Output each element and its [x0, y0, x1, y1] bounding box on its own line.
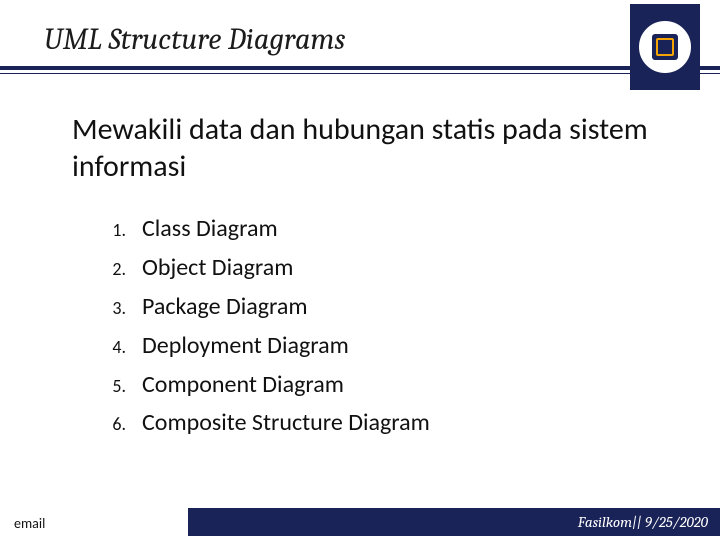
logo-block: [630, 4, 700, 90]
lead-paragraph: Mewakili data dan hubungan statis pada s…: [72, 112, 690, 185]
list-number: 1.: [90, 216, 142, 245]
list-text: Deployment Diagram: [142, 327, 349, 366]
list-number: 3.: [90, 294, 142, 323]
list-text: Object Diagram: [142, 249, 293, 288]
list-number: 4.: [90, 333, 142, 362]
list-text: Class Diagram: [142, 210, 278, 249]
slide: UML Structure Diagrams Mewakili data dan…: [0, 0, 720, 540]
footer-meta: Fasilkom|| 9/25/2020: [578, 513, 708, 531]
list-text: Component Diagram: [142, 366, 344, 405]
header-rule-thick: [0, 66, 720, 70]
footer: email Fasilkom|| 9/25/2020: [0, 506, 720, 536]
list-item: 4. Deployment Diagram: [90, 327, 430, 366]
list-item: 5. Component Diagram: [90, 366, 430, 405]
footer-email-label: email: [14, 515, 45, 532]
list-text: Composite Structure Diagram: [142, 404, 430, 443]
footer-bar: Fasilkom|| 9/25/2020: [188, 508, 720, 536]
list-item: 1. Class Diagram: [90, 210, 430, 249]
ordered-list: 1. Class Diagram 2. Object Diagram 3. Pa…: [90, 210, 430, 443]
list-number: 2.: [90, 255, 142, 284]
list-number: 6.: [90, 410, 142, 439]
university-seal-icon: [636, 18, 694, 76]
list-number: 5.: [90, 372, 142, 401]
header: UML Structure Diagrams: [0, 0, 720, 92]
list-text: Package Diagram: [142, 288, 308, 327]
list-item: 2. Object Diagram: [90, 249, 430, 288]
slide-title: UML Structure Diagrams: [44, 22, 345, 57]
list-item: 3. Package Diagram: [90, 288, 430, 327]
list-item: 6. Composite Structure Diagram: [90, 404, 430, 443]
header-rule-thin: [0, 73, 720, 74]
